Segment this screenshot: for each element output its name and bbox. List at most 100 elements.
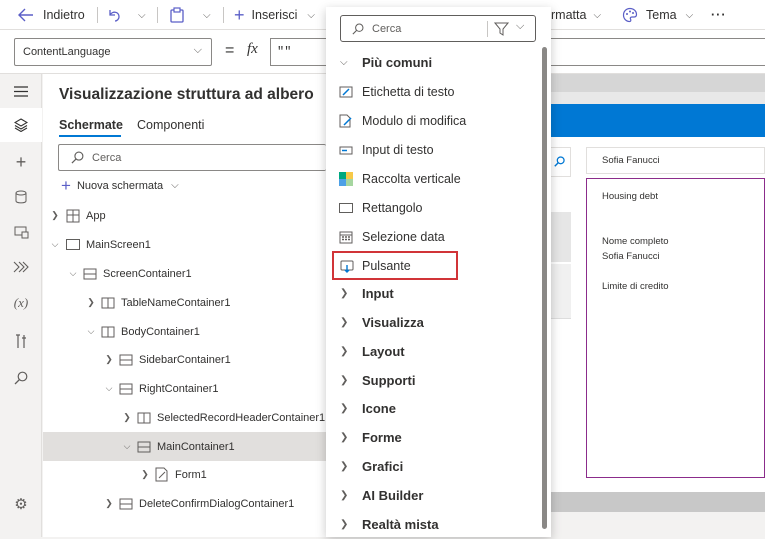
record-name: Sofia Fanucci [602,155,660,166]
back-label: Indietro [43,8,85,22]
horizontal-container-icon [137,441,151,452]
chevron-right-icon: ❯ [340,375,349,386]
form-icon [155,467,168,482]
node-label: Form1 [175,468,207,481]
theme-button[interactable]: Tema ⌵ [622,0,693,30]
search-icon [71,151,84,164]
tree-node-rightcontainer[interactable]: ⌵ RightContainer1 [102,374,219,403]
tab-components[interactable]: Componenti [137,118,204,132]
category-charts[interactable]: ❯ Grafici [326,452,546,481]
divider [487,21,488,37]
insert-date-picker[interactable]: Selezione data [326,222,546,251]
insert-vertical-gallery[interactable]: Raccolta verticale [326,164,546,193]
category-display[interactable]: ❯ Visualizza [326,308,546,337]
item-label: Etichetta di testo [362,84,455,99]
media-rail-button[interactable] [0,215,42,249]
tree-node-app[interactable]: ❯ App [48,201,106,230]
tab-screens[interactable]: Schermate [59,118,123,137]
category-common[interactable]: ⌵ Più comuni [326,48,546,77]
tree-node-tablenamecontainer[interactable]: ❯ TableNameContainer1 [84,288,230,317]
category-layout[interactable]: ❯ Layout [326,337,546,366]
chevron-right-icon: ❯ [340,490,349,501]
settings-rail-button[interactable]: ⚙ [0,487,42,521]
new-screen-button[interactable]: + Nuova schermata ⌵ [61,171,179,200]
fx-icon[interactable]: fx [247,41,258,58]
tree-node-deleteconfirm[interactable]: ❯ DeleteConfirmDialogContainer1 [102,489,294,518]
paste-button[interactable] [170,0,184,30]
tree-node-form[interactable]: ❯ Form1 [138,460,207,489]
screen-icon [66,239,80,250]
tree-node-selectedrecordheader[interactable]: ❯ SelectedRecordHeaderContainer1 [120,403,325,432]
chevron-down-icon: ⌵ [51,239,59,249]
insert-edit-form[interactable]: Modulo di modifica [326,106,546,135]
button-icon [340,260,354,273]
chevron-down-icon: ⌵ [340,57,348,68]
item-label: Modulo di modifica [362,113,467,128]
tree-view-button[interactable] [0,108,42,142]
tree-node-bodycontainer[interactable]: ⌵ BodyContainer1 [84,317,200,346]
divider [97,7,98,23]
insert-button-highlighted[interactable]: Pulsante [332,251,458,280]
tree-node-sidebarcontainer[interactable]: ❯ SidebarContainer1 [102,345,231,374]
variables-rail-button[interactable]: (x) [0,286,42,320]
tree-node-maincontainer[interactable]: ⌵ MainContainer1 [120,432,235,461]
category-ai-builder[interactable]: ❯ AI Builder [326,481,546,510]
node-label: SidebarContainer1 [139,353,231,366]
paste-menu-button[interactable]: ⌵ [203,0,211,30]
chevron-right-icon: ❯ [87,297,95,307]
dropdown-scrollbar[interactable] [542,47,547,529]
back-arrow-icon [18,8,33,22]
tree-search-input[interactable]: Cerca [58,144,326,171]
tree-node-screencontainer[interactable]: ⌵ ScreenContainer1 [66,259,192,288]
insert-text-input[interactable]: Input di testo [326,135,546,164]
search-rail-button[interactable] [0,361,42,395]
formula-value: "" [277,45,292,59]
chevron-right-icon: ❯ [141,469,149,479]
field-value: Sofia Fanucci [602,251,660,262]
tools-icon [16,333,26,348]
more-button[interactable]: ··· [711,0,727,30]
variables-icon: (x) [13,295,29,310]
power-automate-rail-button[interactable] [0,250,42,284]
category-label: Più comuni [362,55,433,70]
format-button[interactable]: rmatta ⌵ [551,0,601,30]
chevron-right-icon: ❯ [340,317,349,328]
dropdown-search-input[interactable]: Cerca ⌵ [340,15,536,42]
data-rail-button[interactable] [0,180,42,214]
undo-icon [109,10,120,22]
search-icon [554,156,565,167]
back-button[interactable]: Indietro [18,0,85,30]
category-icons[interactable]: ❯ Icone [326,394,546,423]
category-input[interactable]: ❯ Input [326,279,546,308]
undo-menu-button[interactable]: ⌵ [138,0,146,30]
insert-rail-button[interactable]: + [0,145,42,179]
hamburger-menu-button[interactable] [0,74,42,108]
tools-rail-button[interactable] [0,324,42,358]
tree-node-mainscreen[interactable]: ⌵ MainScreen1 [48,230,151,259]
undo-button[interactable] [106,0,122,30]
chevron-down-icon: ⌵ [307,9,315,21]
category-label: Forme [362,430,402,445]
new-screen-label: Nuova schermata [76,179,164,192]
insert-rectangle[interactable]: Rettangolo [326,193,546,222]
form-selected[interactable]: Housing debt Nome completo Sofia Fanucci… [586,178,765,478]
tree-view-panel: Visualizzazione struttura ad albero Sche… [43,74,326,537]
chevron-down-icon: ⌵ [593,9,602,21]
chevron-down-icon: ⌵ [193,44,202,56]
insert-button[interactable]: + Inserisci ⌵ [234,0,315,30]
chevron-down-icon: ⌵ [123,441,131,451]
chevron-right-icon: ❯ [340,432,349,443]
insert-text-label[interactable]: Etichetta di testo [326,77,546,106]
category-media[interactable]: ❯ Supporti [326,366,546,395]
node-label: TableNameContainer1 [121,296,231,309]
filter-icon[interactable] [494,22,509,36]
horizontal-container-icon [119,498,133,509]
chevron-right-icon: ❯ [105,498,113,508]
category-shapes[interactable]: ❯ Forme [326,423,546,452]
horizontal-container-icon [119,383,133,394]
chevron-down-icon[interactable]: ⌵ [516,20,524,33]
gallery-icon [339,171,353,186]
chevron-down-icon: ⌵ [685,9,694,21]
category-mixed-reality[interactable]: ❯ Realtà mista [326,510,546,539]
property-dropdown[interactable]: ContentLanguage ⌵ [14,38,212,66]
